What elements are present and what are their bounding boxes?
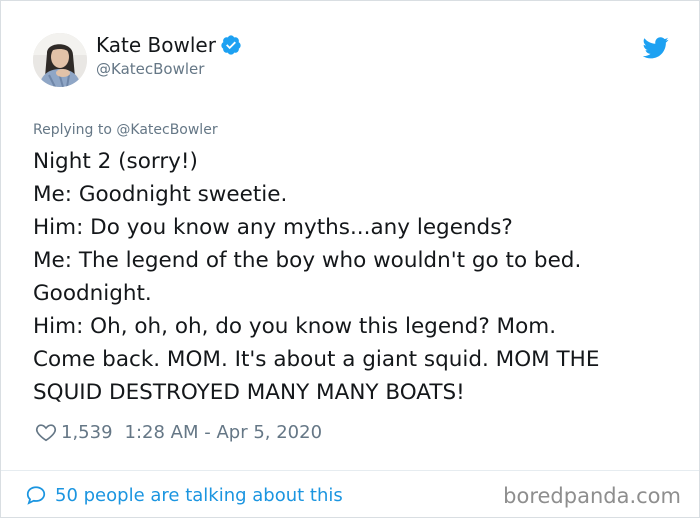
- tweet-line: Come back. MOM. It's about a giant squid…: [33, 347, 600, 372]
- like-count[interactable]: 1,539: [61, 422, 113, 443]
- tweet-text: Night 2 (sorry!) Me: Goodnight sweetie. …: [33, 145, 683, 409]
- watermark: boredpanda.com: [503, 484, 681, 508]
- author-handle[interactable]: @KatecBowler: [96, 59, 242, 79]
- author-block: Kate Bowler @KatecBowler: [96, 32, 242, 79]
- tweet-line: Him: Oh, oh, oh, do you know this legend…: [33, 314, 557, 339]
- speech-bubble-icon: [25, 484, 47, 506]
- conversation-text: 50 people are talking about this: [55, 484, 343, 506]
- conversation-link[interactable]: 50 people are talking about this: [25, 482, 343, 508]
- footer-divider: [1, 470, 699, 471]
- tweet-meta: 1,539 1:28 AM - Apr 5, 2020: [35, 419, 322, 445]
- tweet-line: Me: Goodnight sweetie.: [33, 182, 288, 207]
- avatar[interactable]: [33, 33, 87, 87]
- tweet-timestamp[interactable]: 1:28 AM - Apr 5, 2020: [125, 422, 323, 443]
- tweet-line: Him: Do you know any myths...any legends…: [33, 215, 513, 240]
- verified-badge-icon: [220, 34, 242, 56]
- tweet-card: Kate Bowler @KatecBowler Replying to @Ka…: [0, 0, 700, 518]
- heart-icon[interactable]: [35, 421, 57, 443]
- tweet-line: Night 2 (sorry!): [33, 149, 198, 174]
- author-name-row: Kate Bowler: [96, 32, 242, 58]
- tweet-line: Goodnight.: [33, 281, 152, 306]
- author-name[interactable]: Kate Bowler: [96, 32, 216, 58]
- twitter-bird-icon[interactable]: [642, 37, 669, 59]
- tweet-line: SQUID DESTROYED MANY MANY BOATS!: [33, 380, 465, 405]
- tweet-line: Me: The legend of the boy who wouldn't g…: [33, 248, 582, 273]
- replying-to[interactable]: Replying to @KatecBowler: [33, 120, 218, 140]
- avatar-image: [33, 33, 87, 87]
